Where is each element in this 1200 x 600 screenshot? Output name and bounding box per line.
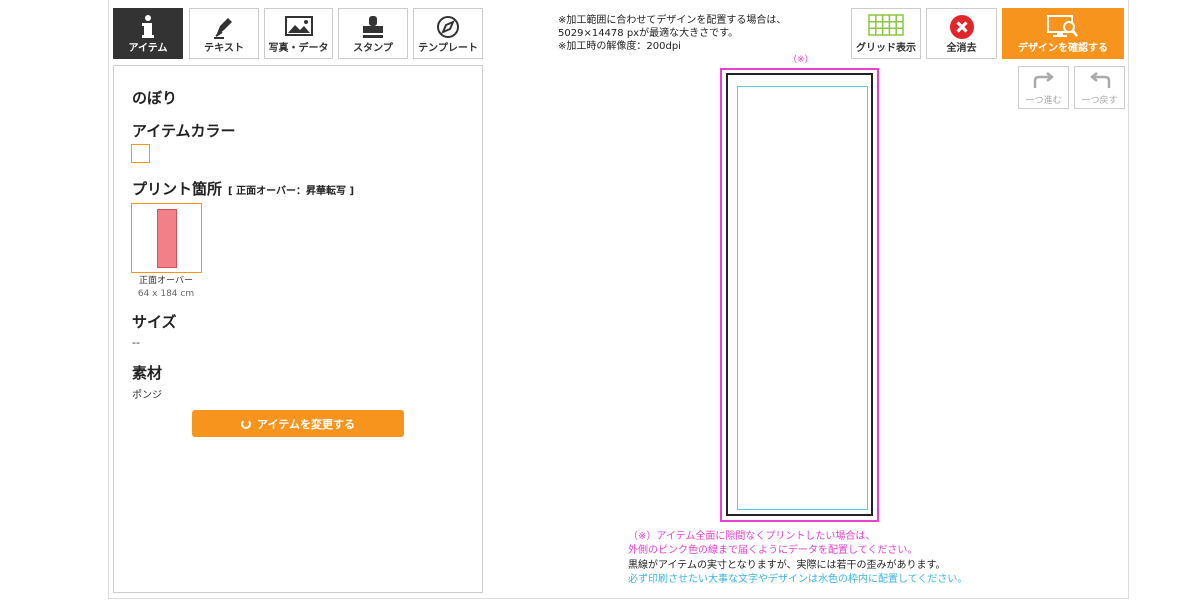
- notice-line-1: ※加工範囲に合わせてデザインを配置する場合は、: [558, 15, 787, 26]
- redo-icon: [1031, 71, 1057, 95]
- tab-photo-data[interactable]: 写真・データ: [264, 8, 333, 59]
- size-value: --: [132, 336, 140, 349]
- print-location-size: 64 x 184 cm: [137, 289, 195, 299]
- resolution-notice: ※加工範囲に合わせてデザインを配置する場合は、 5029×14478 pxが最適…: [558, 14, 786, 53]
- print-area-bar: [157, 209, 177, 268]
- change-item-label: アイテムを変更する: [257, 417, 355, 431]
- notice-line-3: ※加工時の解像度：200dpi: [558, 41, 681, 52]
- print-location-title: プリント箇所: [132, 180, 223, 198]
- grid-toggle-button[interactable]: グリッド表示: [851, 8, 921, 59]
- stamp-icon: [360, 14, 386, 44]
- refresh-icon: [241, 418, 252, 429]
- monitor-search-icon: [1046, 14, 1080, 44]
- redo-button[interactable]: 一つ進む: [1018, 66, 1069, 109]
- undo-button[interactable]: 一つ戻す: [1074, 66, 1125, 109]
- undo-icon: [1087, 71, 1113, 95]
- compass-icon: [435, 14, 461, 44]
- pen-icon: [212, 14, 236, 44]
- tab-text[interactable]: テキスト: [189, 8, 259, 59]
- print-location-caption: 正面オーバー: [139, 276, 193, 286]
- item-name: のぼり: [132, 89, 178, 107]
- tab-item[interactable]: アイテム: [113, 8, 183, 59]
- material-value: ポンジ: [132, 390, 162, 401]
- bleed-mark: （※）: [788, 55, 814, 65]
- clear-all-button[interactable]: 全消去: [926, 8, 997, 59]
- image-icon: [284, 14, 314, 42]
- safe-area-note: 必ず印刷させたい大事な文字やデザインは水色の枠内に配置してください。: [628, 574, 968, 585]
- grid-icon: [868, 14, 904, 40]
- print-location-heading: プリント箇所 [ 正面オーバー：昇華転写 ]: [132, 178, 354, 199]
- material-heading: 素材: [132, 364, 163, 382]
- tab-stamp[interactable]: スタンプ: [338, 8, 408, 59]
- actual-size-note: 黒線がアイテムの実寸となりますが、実際には若干の歪みがあります。: [628, 560, 946, 571]
- print-location-thumbnail[interactable]: [131, 203, 202, 273]
- item-color-swatch[interactable]: [131, 144, 150, 163]
- confirm-design-button[interactable]: デザインを確認する: [1002, 8, 1124, 59]
- item-color-heading: アイテムカラー: [132, 122, 236, 140]
- bleed-note-1: （※）アイテム全面に隙間なくプリントしたい場合は、: [628, 531, 876, 542]
- notice-line-2: 5029×14478 pxが最適な大きさです。: [558, 28, 739, 39]
- size-heading: サイズ: [132, 313, 177, 331]
- bleed-note-2: 外側のピンク色の線まで届くようにデータを配置してください。: [628, 545, 918, 556]
- info-icon: [136, 14, 160, 44]
- change-item-button[interactable]: アイテムを変更する: [192, 410, 404, 437]
- grid-toggle-label: グリッド表示: [856, 43, 916, 54]
- tab-template[interactable]: テンプレート: [413, 8, 483, 59]
- close-icon: [949, 14, 975, 44]
- print-location-sub: [ 正面オーバー：昇華転写 ]: [228, 186, 355, 197]
- safe-area-outline[interactable]: [737, 86, 868, 510]
